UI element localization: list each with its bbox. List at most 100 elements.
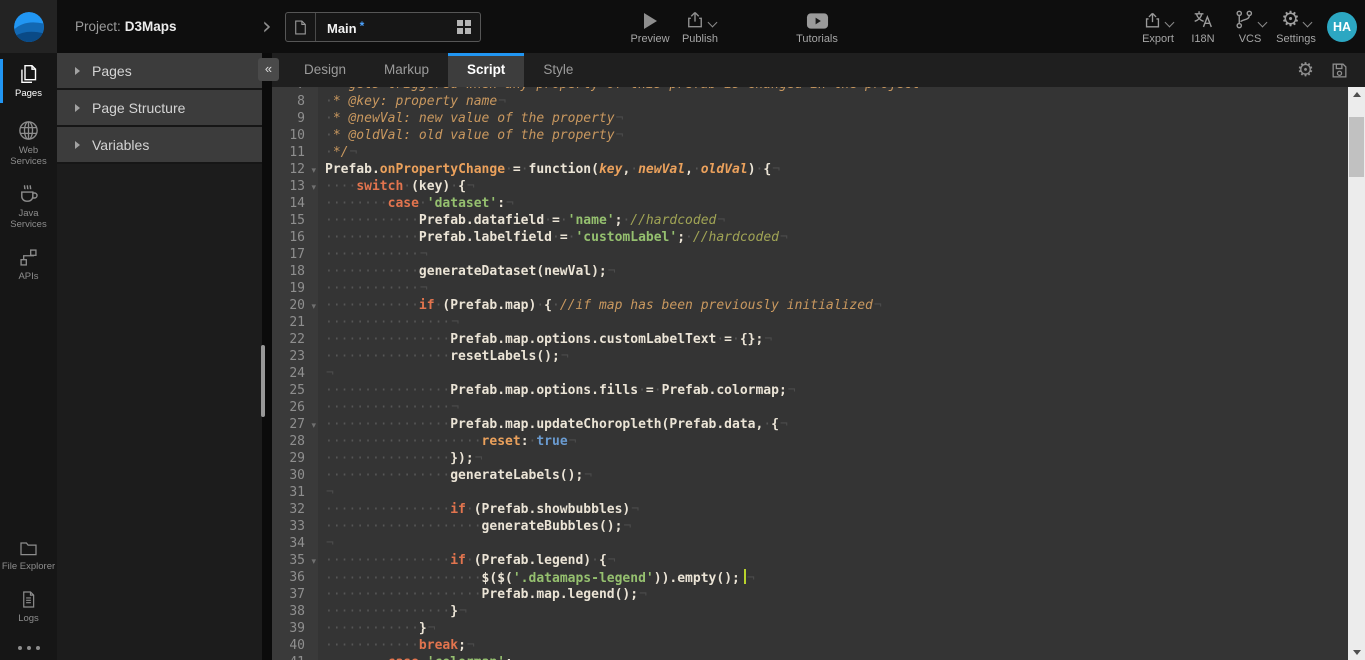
code-line[interactable]: 22················Prefab.map.options.cus… (272, 331, 1348, 348)
line-number[interactable]: 35▾ (272, 552, 318, 569)
code-line[interactable]: 24¬ (272, 365, 1348, 382)
line-number[interactable]: 19 (272, 280, 318, 297)
line-number[interactable]: 38 (272, 603, 318, 620)
code-line[interactable]: 10·* @oldVal: old value of the property¬ (272, 127, 1348, 144)
code-line[interactable]: 13▾····switch·(key)·{¬ (272, 178, 1348, 195)
line-number[interactable]: 22 (272, 331, 318, 348)
line-number[interactable]: 27▾ (272, 416, 318, 433)
code-line[interactable]: 9·* @newVal: new value of the property¬ (272, 110, 1348, 127)
line-number[interactable]: 15 (272, 212, 318, 229)
code-line[interactable]: 31¬ (272, 484, 1348, 501)
code-line[interactable]: 29················});¬ (272, 450, 1348, 467)
scroll-down-arrow[interactable] (1348, 645, 1365, 660)
line-number[interactable]: 34 (272, 535, 318, 552)
line-number[interactable]: 29 (272, 450, 318, 467)
line-number[interactable]: 26 (272, 399, 318, 416)
more-options-icon[interactable] (0, 646, 57, 650)
line-number[interactable]: 24 (272, 365, 318, 382)
code-line[interactable]: 8·* @key: property name¬ (272, 93, 1348, 110)
line-number[interactable]: 9 (272, 110, 318, 127)
grid-view-icon[interactable] (457, 20, 471, 34)
scrollbar-thumb[interactable] (1349, 117, 1364, 177)
sidebar-item-pages[interactable]: Pages (0, 61, 57, 101)
code-line[interactable]: 25················Prefab.map.options.fil… (272, 382, 1348, 399)
line-number[interactable]: 11 (272, 144, 318, 161)
panel-scrollbar-thumb[interactable] (261, 345, 265, 417)
page-tab-main[interactable]: Main* (285, 12, 481, 42)
code-line[interactable]: 27▾················Prefab.map.updateChor… (272, 416, 1348, 433)
line-number[interactable]: 14 (272, 195, 318, 212)
tutorials-button[interactable]: Tutorials (792, 8, 842, 45)
panel-collapse-button[interactable]: « (258, 58, 279, 81)
line-number[interactable]: 28 (272, 433, 318, 450)
code-line[interactable]: 11·*/¬ (272, 144, 1348, 161)
sidebar-item-java-services[interactable]: Java Services (0, 180, 57, 232)
line-number[interactable]: 10 (272, 127, 318, 144)
settings-button[interactable]: ⚙ Settings (1270, 8, 1322, 45)
line-number[interactable]: 23 (272, 348, 318, 365)
line-number[interactable]: 39 (272, 620, 318, 637)
code-line[interactable]: 33····················generateBubbles();… (272, 518, 1348, 535)
i18n-button[interactable]: I18N (1183, 8, 1223, 45)
code-line[interactable]: 19············¬ (272, 280, 1348, 297)
line-number[interactable]: 30 (272, 467, 318, 484)
tab-script[interactable]: Script (448, 53, 524, 87)
sidebar-item-apis[interactable]: APIs (0, 245, 57, 284)
vcs-button[interactable]: VCS (1228, 8, 1272, 45)
code-line[interactable]: 41········case·'colormap':¬ (272, 654, 1348, 660)
sidebar-item-file-explorer[interactable]: File Explorer (0, 536, 57, 574)
preview-button[interactable]: Preview (628, 8, 672, 45)
code-line[interactable]: 14········case·'dataset':¬ (272, 195, 1348, 212)
line-number[interactable]: 33 (272, 518, 318, 535)
publish-button[interactable]: Publish (676, 8, 724, 45)
user-avatar[interactable]: HA (1327, 12, 1357, 42)
code-line[interactable]: 35▾················if·(Prefab.legend)·{¬ (272, 552, 1348, 569)
code-line[interactable]: 38················}¬ (272, 603, 1348, 620)
code-line[interactable]: 17············¬ (272, 246, 1348, 263)
code-line[interactable]: 26················¬ (272, 399, 1348, 416)
line-number[interactable]: 21 (272, 314, 318, 331)
code-line[interactable]: 15············Prefab.datafield·=·'name';… (272, 212, 1348, 229)
code-line[interactable]: 37····················Prefab.map.legend(… (272, 586, 1348, 603)
code-line[interactable]: 32················if·(Prefab.showbubbles… (272, 501, 1348, 518)
line-number[interactable]: 31 (272, 484, 318, 501)
scroll-up-arrow[interactable] (1348, 87, 1365, 102)
code-area[interactable]: 7·* gets triggered when any property of … (272, 87, 1348, 660)
line-number[interactable]: 20▾ (272, 297, 318, 314)
code-line[interactable]: 21················¬ (272, 314, 1348, 331)
sidebar-item-web-services[interactable]: Web Services (0, 117, 57, 169)
line-number[interactable]: 16 (272, 229, 318, 246)
line-number[interactable]: 18 (272, 263, 318, 280)
tab-design[interactable]: Design (285, 53, 365, 87)
code-line[interactable]: 20▾············if·(Prefab.map)·{·//if ma… (272, 297, 1348, 314)
code-line[interactable]: 18············generateDataset(newVal);¬ (272, 263, 1348, 280)
code-line[interactable]: 23················resetLabels();¬ (272, 348, 1348, 365)
app-logo[interactable] (0, 0, 57, 53)
save-icon[interactable] (1330, 61, 1349, 80)
code-line[interactable]: 16············Prefab.labelfield·=·'custo… (272, 229, 1348, 246)
line-number[interactable]: 40 (272, 637, 318, 654)
panel-section-page-structure[interactable]: Page Structure (57, 90, 262, 127)
code-line[interactable]: 40············break;¬ (272, 637, 1348, 654)
code-line[interactable]: 36····················$($('.datamaps-leg… (272, 569, 1348, 586)
line-number[interactable]: 12▾ (272, 161, 318, 178)
editor-scrollbar[interactable] (1348, 87, 1365, 660)
code-line[interactable]: 34¬ (272, 535, 1348, 552)
tab-style[interactable]: Style (524, 53, 592, 87)
panel-section-variables[interactable]: Variables (57, 127, 262, 164)
line-number[interactable]: 8 (272, 93, 318, 110)
line-number[interactable]: 17 (272, 246, 318, 263)
code-line[interactable]: 28····················reset:·true¬ (272, 433, 1348, 450)
line-number[interactable]: 25 (272, 382, 318, 399)
export-button[interactable]: Export (1134, 8, 1182, 45)
code-line[interactable]: 12▾Prefab.onPropertyChange·=·function(ke… (272, 161, 1348, 178)
sidebar-item-logs[interactable]: Logs (0, 587, 57, 626)
line-number[interactable]: 32 (272, 501, 318, 518)
code-line[interactable]: 30················generateLabels();¬ (272, 467, 1348, 484)
line-number[interactable]: 36 (272, 569, 318, 586)
line-number[interactable]: 13▾ (272, 178, 318, 195)
tab-markup[interactable]: Markup (365, 53, 448, 87)
panel-section-pages[interactable]: Pages (57, 53, 262, 90)
code-line[interactable]: 39············}¬ (272, 620, 1348, 637)
line-number[interactable]: 37 (272, 586, 318, 603)
